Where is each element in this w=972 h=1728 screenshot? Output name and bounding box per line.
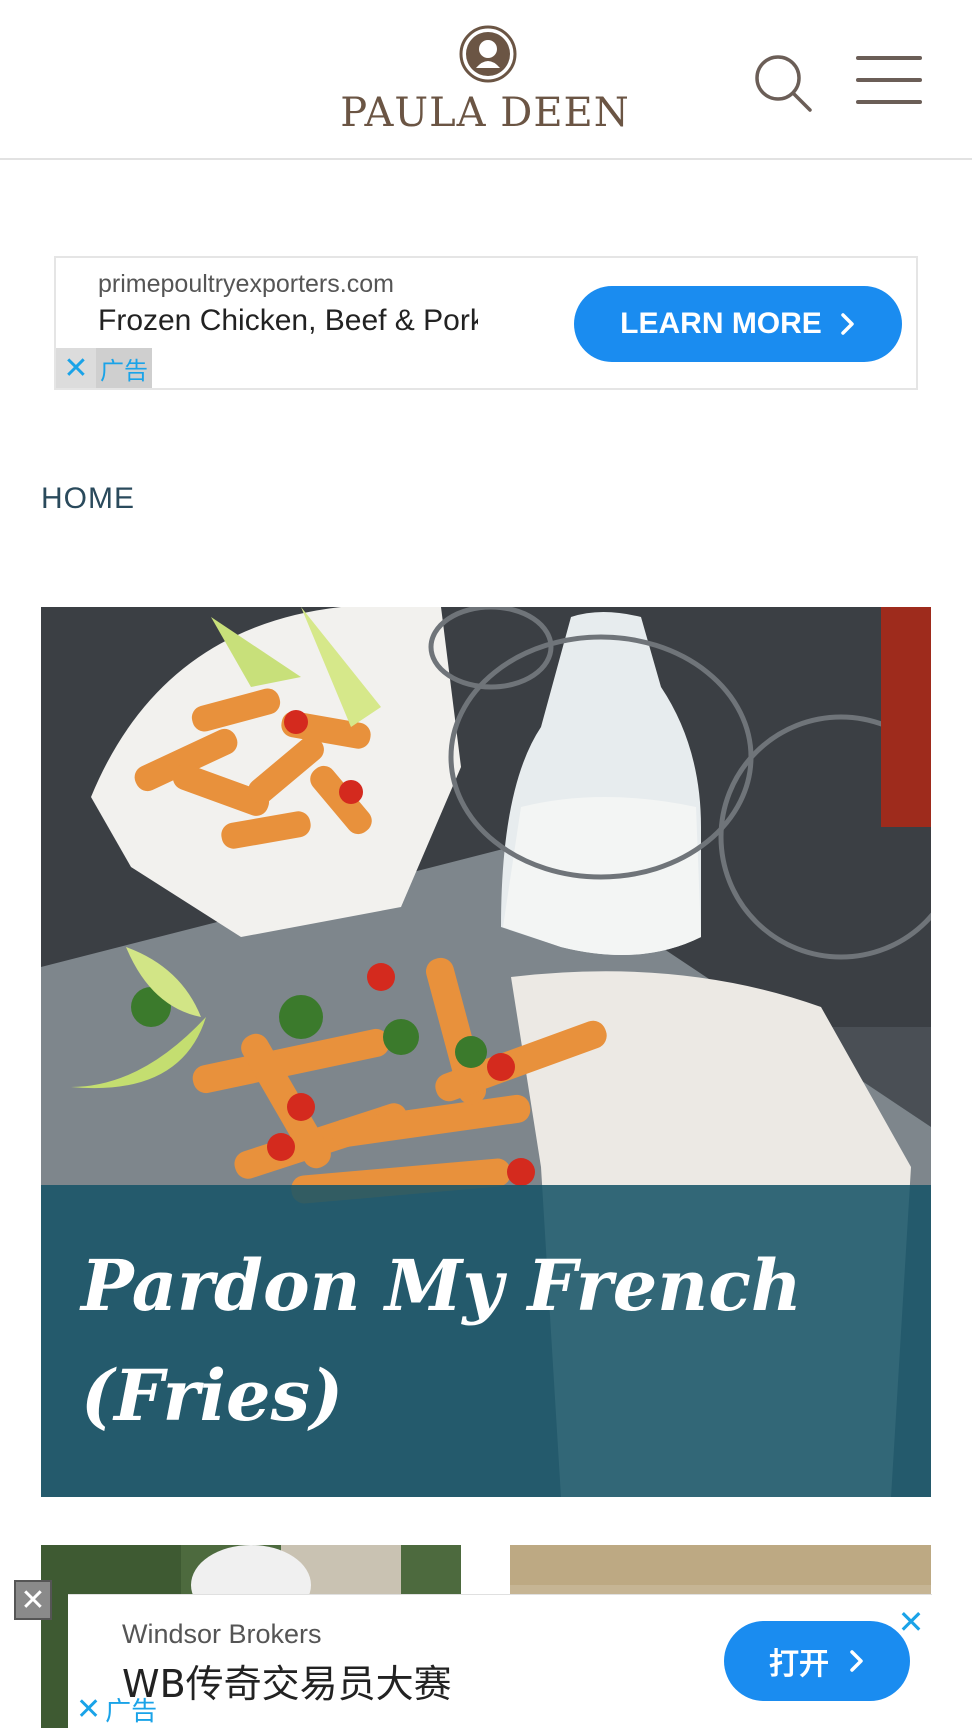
cta-label: LEARN MORE: [620, 307, 822, 340]
hamburger-line: [856, 56, 922, 60]
ad-label: 广告: [96, 348, 152, 388]
paula-deen-logo[interactable]: PAULA DEEN: [330, 24, 640, 144]
ad-brand: Windsor Brokers: [122, 1619, 322, 1649]
ad-headline: WB传奇交易员大赛: [122, 1662, 452, 1706]
ad-choices: ✕ 广告: [76, 1691, 157, 1728]
ad-label: 广告: [105, 1697, 158, 1727]
close-ad-icon[interactable]: ✕: [76, 1692, 101, 1727]
logo-emblem-icon: [459, 25, 517, 83]
close-ad-icon[interactable]: ✕: [56, 348, 96, 388]
bottom-sticky-ad[interactable]: Windsor Brokers WB传奇交易员大赛 打开 ✕ ✕ 广告: [68, 1594, 932, 1728]
close-sticky-ad-button[interactable]: ✕: [14, 1580, 52, 1620]
ad-choices: ✕ 广告: [56, 348, 152, 388]
hero-title[interactable]: Pardon My French (Fries): [81, 1231, 881, 1451]
close-icon[interactable]: ✕: [894, 1603, 928, 1641]
ad-domain: primepoultryexporters.com: [98, 270, 394, 298]
breadcrumb-home[interactable]: HOME: [41, 482, 135, 516]
hamburger-line: [856, 78, 922, 82]
chevron-right-icon: [841, 313, 854, 335]
ad-headline: Frozen Chicken, Beef & Pork: [98, 304, 478, 337]
hero-caption-overlay: Pardon My French (Fries): [41, 1185, 931, 1497]
menu-button[interactable]: [856, 56, 926, 108]
open-button[interactable]: 打开: [724, 1621, 910, 1701]
chevron-right-icon: [850, 1650, 863, 1672]
top-banner-ad[interactable]: primepoultryexporters.com Frozen Chicken…: [54, 256, 918, 390]
site-header: PAULA DEEN: [0, 0, 972, 160]
search-button[interactable]: [752, 52, 816, 116]
hero-article-card[interactable]: Pardon My French (Fries): [41, 607, 931, 1497]
hamburger-line: [856, 100, 922, 104]
learn-more-button[interactable]: LEARN MORE: [574, 286, 902, 362]
logo-wordmark: PAULA DEEN: [340, 90, 630, 136]
cta-label: 打开: [769, 1647, 829, 1682]
search-icon: [755, 55, 812, 112]
